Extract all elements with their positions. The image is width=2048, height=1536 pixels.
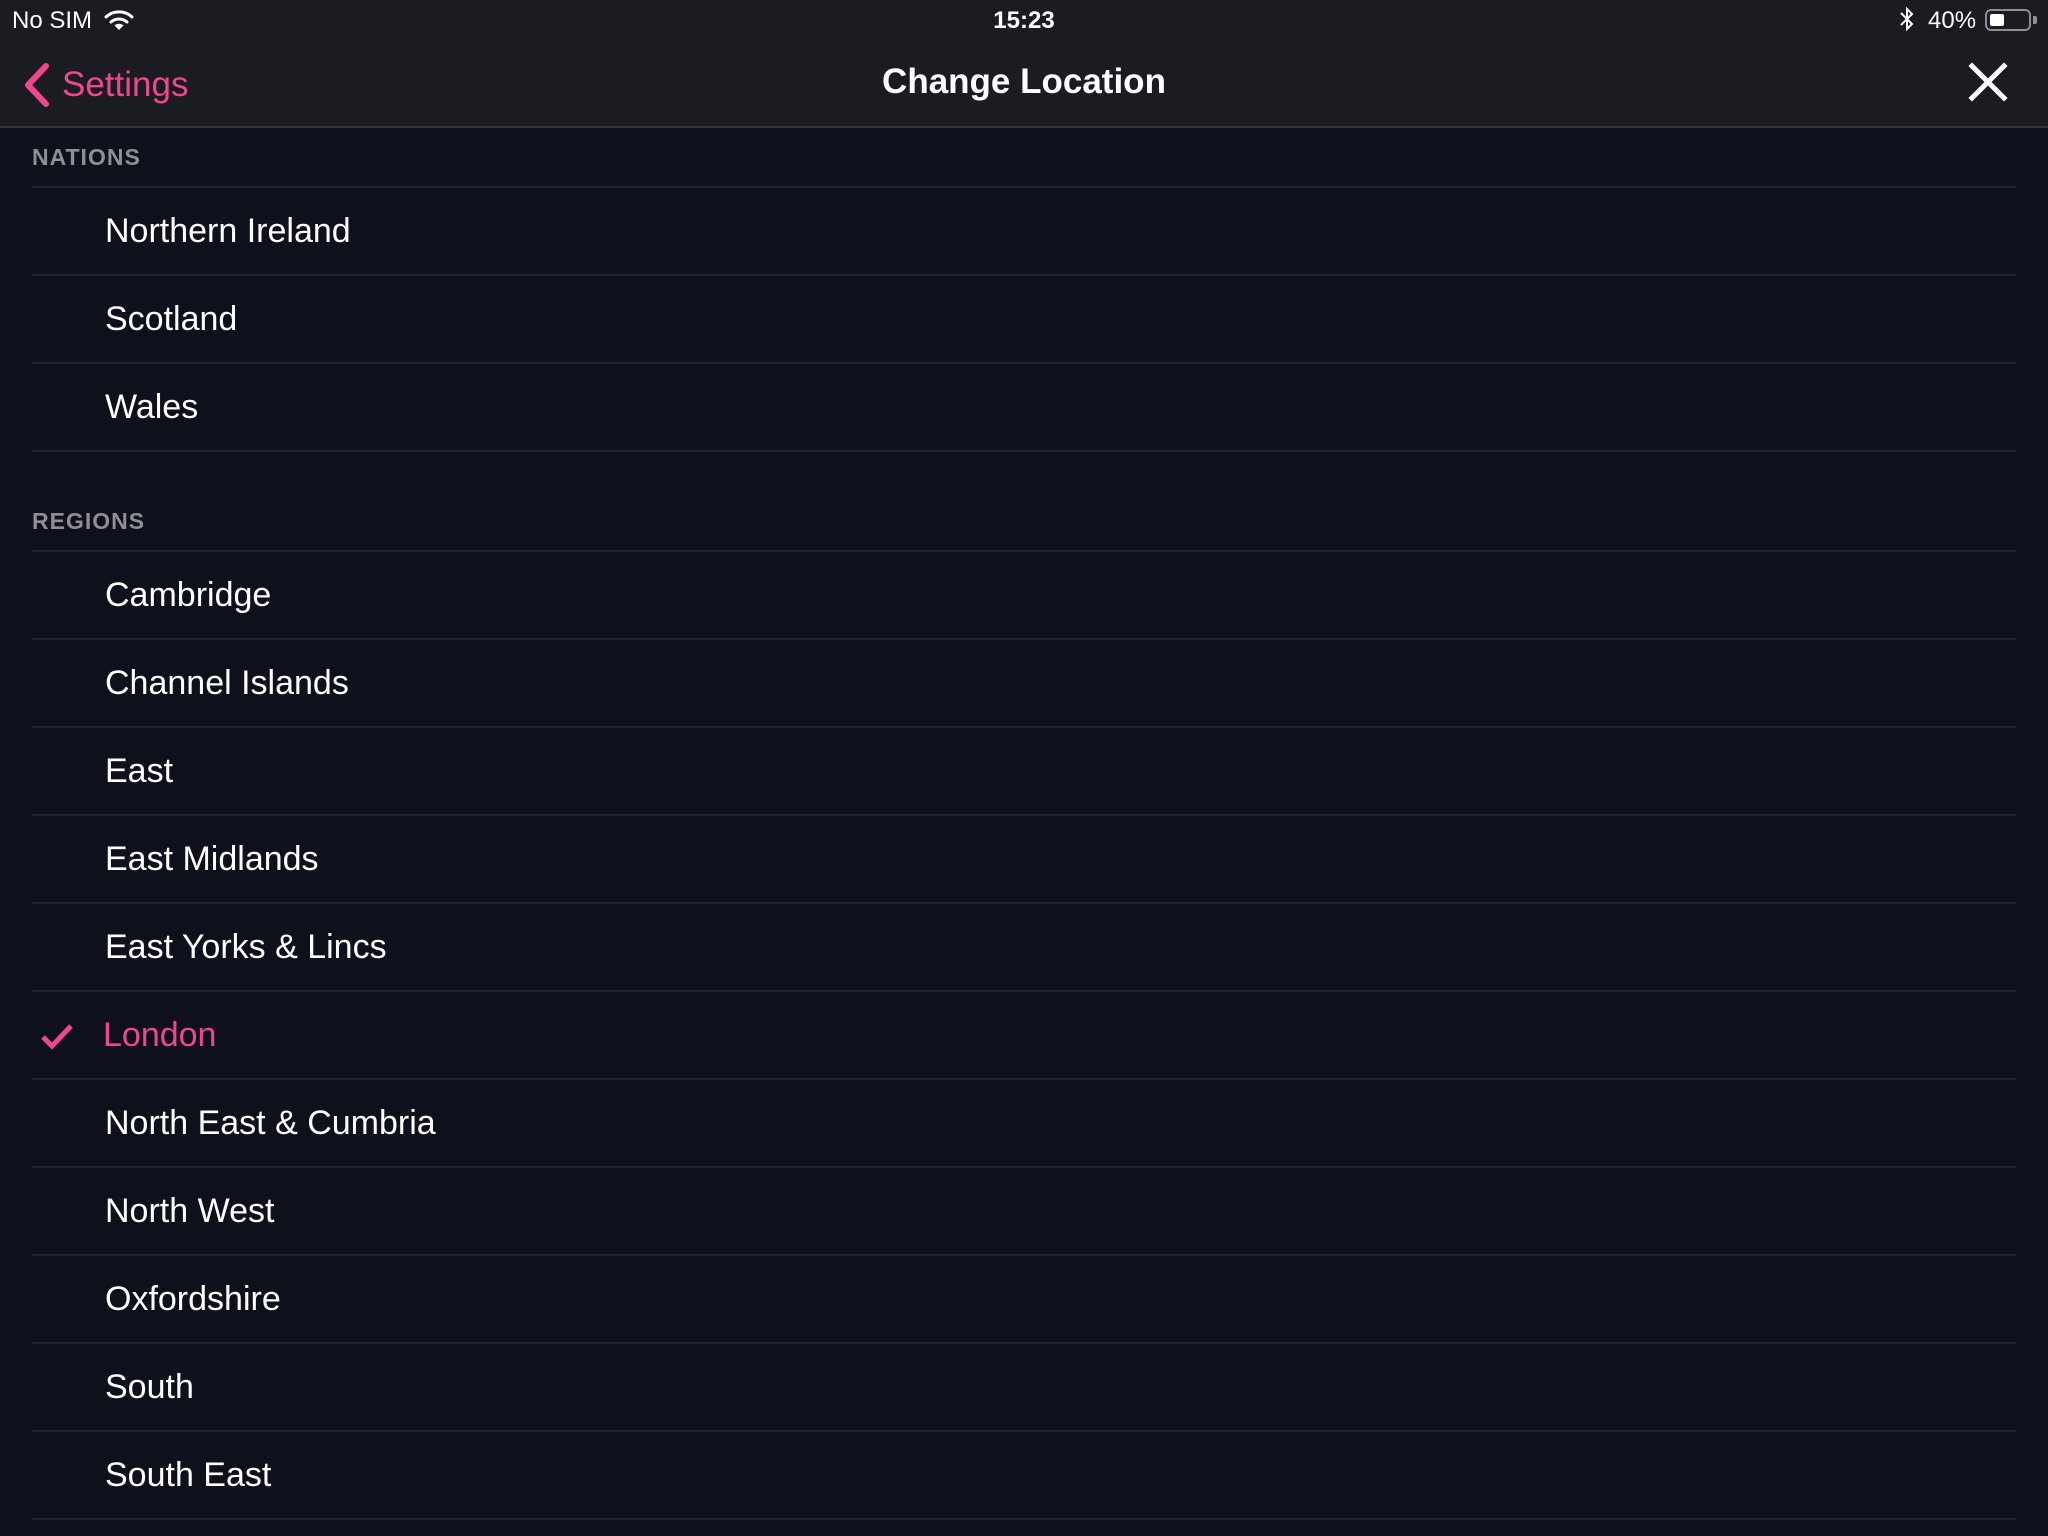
location-row[interactable]: Wales — [32, 364, 2016, 452]
battery-level — [1990, 14, 2004, 26]
location-label: South — [105, 1368, 194, 1406]
location-label: Scotland — [105, 300, 238, 338]
location-label: North West — [105, 1192, 275, 1230]
navigation-bar: No SIM 15:23 40% Settings Change Locatio… — [0, 0, 2048, 128]
location-label: Cambridge — [105, 576, 272, 614]
status-bar: No SIM 15:23 40% — [0, 0, 2048, 42]
location-row[interactable]: Cambridge — [32, 550, 2016, 640]
location-row[interactable]: Oxfordshire — [32, 1256, 2016, 1344]
location-label: Channel Islands — [105, 664, 349, 702]
close-icon[interactable] — [1966, 60, 2010, 104]
location-row[interactable]: Scotland — [32, 276, 2016, 364]
location-label: East Yorks & Lincs — [105, 928, 387, 966]
location-row[interactable]: Channel Islands — [32, 640, 2016, 728]
clock: 15:23 — [993, 7, 1055, 34]
checkmark-icon — [41, 1024, 73, 1050]
location-label: Wales — [105, 388, 199, 426]
location-row[interactable]: East Yorks & Lincs — [32, 904, 2016, 992]
location-row[interactable]: South — [32, 1344, 2016, 1432]
location-row[interactable]: East — [32, 728, 2016, 816]
location-label: London — [103, 1016, 217, 1054]
battery-icon — [1985, 9, 2031, 31]
location-label: East Midlands — [105, 840, 319, 878]
location-label: East — [105, 752, 174, 790]
location-label: South East — [105, 1456, 272, 1494]
location-row[interactable]: North East & Cumbria — [32, 1080, 2016, 1168]
page-title: Change Location — [882, 62, 1166, 101]
battery-nub — [2033, 16, 2037, 24]
location-label: Oxfordshire — [105, 1280, 281, 1318]
bluetooth-icon — [1900, 6, 1914, 32]
location-row[interactable]: North West — [32, 1168, 2016, 1256]
location-label: Northern Ireland — [105, 212, 351, 250]
section-header-regions: REGIONS — [32, 508, 146, 534]
location-row[interactable]: London — [32, 992, 2016, 1080]
location-label: North East & Cumbria — [105, 1104, 436, 1142]
location-row[interactable]: South East — [32, 1432, 2016, 1520]
location-row[interactable]: Northern Ireland — [32, 186, 2016, 276]
section-header-nations: NATIONS — [32, 144, 141, 170]
battery-percent: 40% — [1928, 7, 1977, 34]
location-row[interactable]: East Midlands — [32, 816, 2016, 904]
